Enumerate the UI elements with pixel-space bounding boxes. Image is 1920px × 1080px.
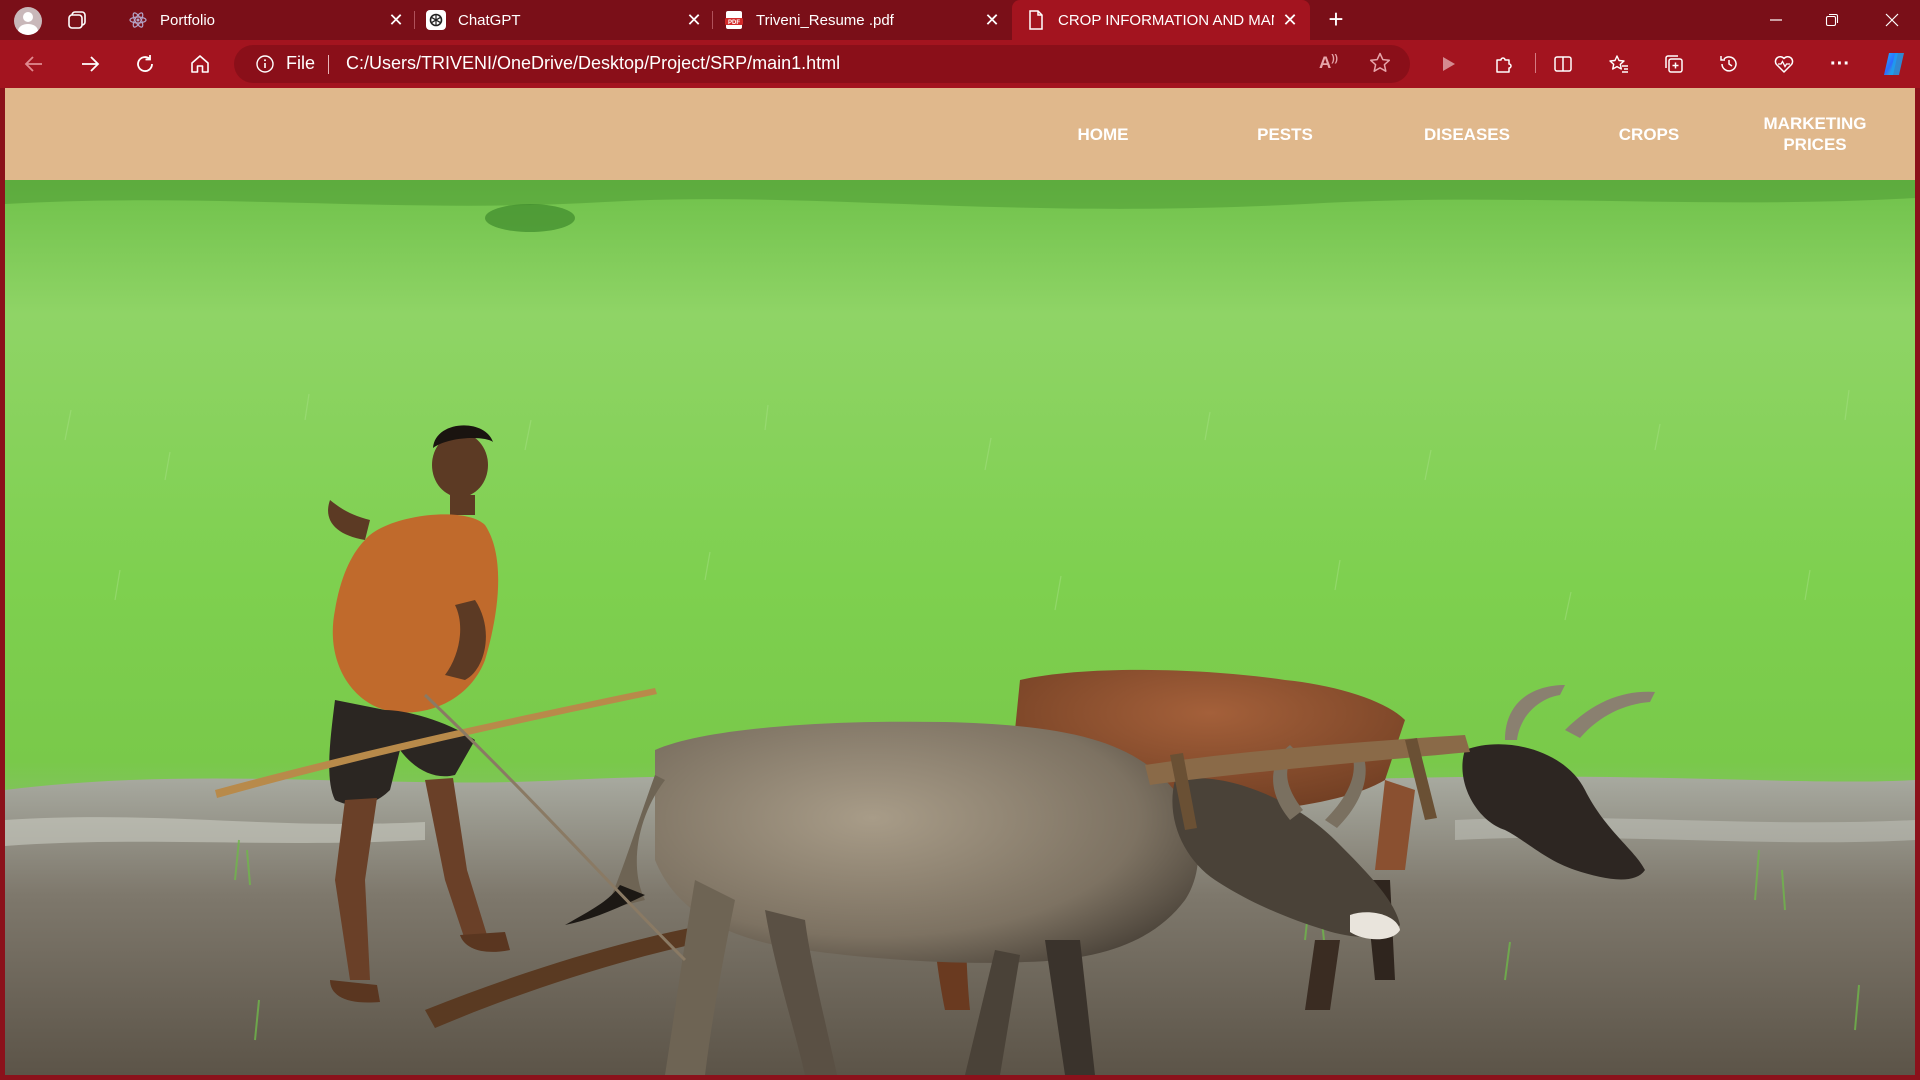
address-toolbar: File C:/Users/TRIVENI/OneDrive/Desktop/P… <box>0 40 1920 88</box>
favorites-list-icon <box>1609 55 1628 73</box>
back-button[interactable] <box>20 50 48 78</box>
farmer-ploughing-illustration <box>5 180 1915 1075</box>
nav-crops-link[interactable]: CROPS <box>1558 88 1740 180</box>
close-window-button[interactable] <box>1864 0 1920 40</box>
history-icon <box>1720 56 1737 72</box>
info-icon[interactable] <box>256 55 274 73</box>
nav-marketing-prices-link[interactable]: MARKETING PRICES <box>1740 88 1890 180</box>
copilot-icon <box>1884 53 1904 75</box>
minimize-icon <box>1770 19 1782 21</box>
tab-title: ChatGPT <box>458 11 521 29</box>
close-tab-icon[interactable]: ✕ <box>684 10 704 30</box>
nav-diseases-link[interactable]: DISEASES <box>1376 88 1558 180</box>
more-options-icon[interactable]: ··· <box>1826 50 1854 78</box>
tab-separator <box>712 11 713 29</box>
page-icon <box>1026 10 1046 30</box>
media-play-button[interactable] <box>1434 50 1462 78</box>
url-text[interactable]: C:/Users/TRIVENI/OneDrive/Desktop/Projec… <box>346 53 840 74</box>
toolbar-separator <box>1535 53 1536 73</box>
close-tab-icon[interactable]: ✕ <box>982 10 1002 30</box>
back-arrow-icon <box>24 56 42 72</box>
refresh-icon <box>137 55 153 72</box>
close-icon <box>1885 13 1899 27</box>
forward-button[interactable] <box>76 50 104 78</box>
extensions-button[interactable] <box>1490 50 1518 78</box>
page-viewport: HOME PESTS DISEASES CROPS MARKETING PRIC… <box>5 88 1915 1075</box>
tab-title: CROP INFORMATION AND MAN <box>1058 11 1274 29</box>
window-edge <box>0 1075 1920 1080</box>
restore-icon <box>1825 13 1839 27</box>
tab-portfolio[interactable]: Portfolio ✕ <box>128 0 408 40</box>
tab-crop-information[interactable]: CROP INFORMATION AND MAN ✕ <box>1012 0 1310 40</box>
react-icon <box>128 10 148 30</box>
hero-image <box>5 180 1915 1075</box>
home-icon <box>191 55 209 73</box>
heartbeat-icon <box>1774 56 1794 73</box>
favorite-star-icon[interactable] <box>1368 51 1392 75</box>
tab-title: Portfolio <box>160 11 216 29</box>
forward-arrow-icon <box>82 56 100 72</box>
close-tab-icon[interactable]: ✕ <box>386 10 406 30</box>
address-bar[interactable]: File C:/Users/TRIVENI/OneDrive/Desktop/P… <box>234 45 1410 83</box>
workspaces-icon[interactable] <box>66 9 88 31</box>
tab-title: Triveni_Resume .pdf <box>756 11 894 29</box>
history-button[interactable] <box>1715 50 1743 78</box>
site-header: HOME PESTS DISEASES CROPS MARKETING PRIC… <box>5 88 1915 180</box>
browser-essentials-button[interactable] <box>1770 50 1798 78</box>
read-aloud-icon[interactable]: A)) <box>1319 53 1338 73</box>
copilot-button[interactable] <box>1880 50 1908 78</box>
collections-icon <box>1665 55 1683 73</box>
window-edge <box>1915 88 1920 1080</box>
pdf-icon: PDF <box>724 10 744 30</box>
tab-chatgpt[interactable]: ChatGPT ✕ <box>426 0 706 40</box>
new-tab-button[interactable]: + <box>1324 6 1348 32</box>
minimize-button[interactable] <box>1748 0 1804 40</box>
tab-separator <box>414 11 415 29</box>
refresh-button[interactable] <box>131 50 159 78</box>
play-icon <box>1443 57 1455 71</box>
split-screen-icon <box>1554 56 1572 72</box>
close-tab-icon[interactable]: ✕ <box>1280 10 1300 30</box>
nav-home-link[interactable]: HOME <box>1012 88 1194 180</box>
svg-text:PDF: PDF <box>728 20 740 26</box>
url-scheme-label: File <box>286 53 316 73</box>
split-screen-button[interactable] <box>1549 50 1577 78</box>
favorites-button[interactable] <box>1605 50 1633 78</box>
address-divider <box>328 55 329 74</box>
restore-button[interactable] <box>1804 0 1860 40</box>
tab-strip: Portfolio ✕ ChatGPT ✕ PDF Triveni_Resume… <box>0 0 1920 40</box>
chatgpt-icon <box>426 10 446 30</box>
tab-resume-pdf[interactable]: PDF Triveni_Resume .pdf ✕ <box>724 0 1004 40</box>
home-button[interactable] <box>186 50 214 78</box>
nav-pests-link[interactable]: PESTS <box>1194 88 1376 180</box>
profile-avatar-icon[interactable] <box>14 7 42 35</box>
collections-button[interactable] <box>1660 50 1688 78</box>
puzzle-icon <box>1496 57 1512 73</box>
